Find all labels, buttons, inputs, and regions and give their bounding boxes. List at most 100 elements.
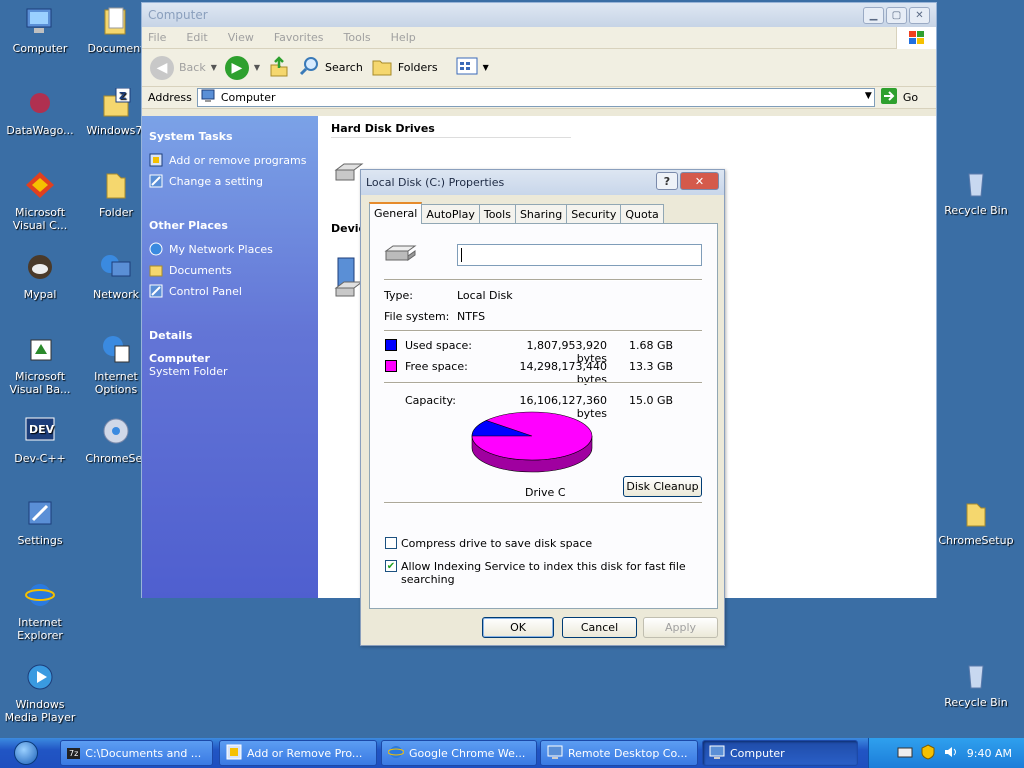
desktop-icon-chromesetup[interactable]: ChromeSetup	[936, 496, 1016, 547]
desktop-icon-visual-basic[interactable]: Microsoft Visual Ba...	[0, 332, 80, 396]
tab-quota[interactable]: Quota	[620, 204, 664, 224]
explorer-toolbar: ◀ Back ▼ ▶ ▼ Search Folders ▼	[142, 49, 936, 87]
explorer-titlebar[interactable]: Computer ▁ ▢ ✕	[142, 3, 936, 27]
compress-label[interactable]: Compress drive to save disk space	[401, 537, 592, 550]
disk-cleanup-button[interactable]: Disk Cleanup	[623, 476, 702, 497]
desktop-icon-computer[interactable]: Computer	[0, 4, 80, 55]
menu-view[interactable]: View	[228, 31, 254, 44]
chevron-down-icon[interactable]: ▼	[211, 63, 217, 72]
cancel-button[interactable]: Cancel	[562, 617, 637, 638]
desktop-icon-devcpp[interactable]: DEV Dev-C++	[0, 414, 80, 465]
desktop-icon-visual-c[interactable]: Microsoft Visual C...	[0, 168, 80, 232]
desktop-icon-internet-explorer[interactable]: Internet Explorer	[0, 578, 80, 642]
disk-usage-pie-chart	[471, 411, 593, 473]
task-add-remove-programs[interactable]: Add or remove programs	[149, 153, 311, 167]
menu-bar: File Edit View Favorites Tools Help	[142, 27, 936, 49]
capacity-gb: 15.0 GB	[629, 394, 674, 407]
chevron-down-icon[interactable]: ▼	[865, 91, 872, 101]
computer-icon	[709, 744, 725, 763]
views-button[interactable]: ▼	[456, 56, 489, 79]
add-remove-icon	[149, 153, 163, 167]
control-panel-icon	[149, 174, 163, 188]
volume-icon[interactable]	[943, 745, 959, 762]
zip-archive-icon: Z	[99, 86, 133, 120]
menu-favorites[interactable]: Favorites	[274, 31, 324, 44]
task-label: Add or remove programs	[169, 153, 307, 167]
taskbar-button-documents[interactable]: 7z C:\Documents and ...	[60, 740, 213, 766]
desktop-icon-recycle-bin[interactable]: Recycle Bin	[936, 166, 1016, 217]
tab-general[interactable]: General	[369, 202, 423, 224]
taskbar-button-chrome[interactable]: Google Chrome We...	[381, 740, 537, 766]
tab-security[interactable]: Security	[566, 204, 622, 224]
forward-button[interactable]: ▶ ▼	[224, 55, 260, 80]
start-button[interactable]	[0, 738, 52, 768]
volume-label-input[interactable]	[457, 244, 702, 266]
search-icon	[298, 55, 320, 80]
clock[interactable]: 9:40 AM	[967, 747, 1012, 760]
menu-help[interactable]: Help	[391, 31, 416, 44]
desktop-icon-mypal[interactable]: Mypal	[0, 250, 80, 301]
indexing-label[interactable]: Allow Indexing Service to index this dis…	[401, 560, 717, 586]
tab-autoplay[interactable]: AutoPlay	[421, 204, 480, 224]
menu-tools[interactable]: Tools	[344, 31, 371, 44]
used-space-color-swatch	[385, 339, 397, 351]
dialog-titlebar[interactable]: Local Disk (C:) Properties ? ✕	[361, 170, 724, 195]
maximize-button[interactable]: ▢	[886, 6, 907, 24]
back-button[interactable]: ◀ Back ▼	[150, 55, 217, 80]
recycle-bin-icon	[959, 658, 993, 692]
minimize-button[interactable]: ▁	[863, 6, 884, 24]
other-places-title[interactable]: Other Places	[149, 219, 311, 232]
folders-button[interactable]: Folders	[371, 55, 438, 80]
desktop-icon-datawago[interactable]: DataWago...	[0, 86, 80, 137]
address-input[interactable]: Computer ▼	[196, 88, 875, 107]
search-button[interactable]: Search	[298, 55, 363, 80]
help-button[interactable]: ?	[656, 172, 678, 190]
compress-checkbox[interactable]	[385, 537, 397, 549]
desktop-icon-media-player[interactable]: Windows Media Player	[0, 660, 80, 724]
type-value: Local Disk	[457, 289, 513, 302]
7zip-icon: 7z	[67, 747, 81, 759]
desktop-icon-label: ChromeSetup	[938, 534, 1014, 547]
taskbar-button-remote-desktop[interactable]: Remote Desktop Co...	[540, 740, 698, 766]
dialog-title: Local Disk (C:) Properties	[366, 176, 505, 189]
desktop-icon-label: Dev-C++	[14, 452, 66, 465]
explorer-title: Computer	[148, 8, 208, 22]
taskbar-button-add-remove[interactable]: Add or Remove Pro...	[219, 740, 377, 766]
folder-documents-icon	[149, 263, 163, 277]
up-folder-button[interactable]	[268, 55, 290, 80]
task-change-setting[interactable]: Change a setting	[149, 174, 311, 188]
up-folder-icon	[268, 55, 290, 80]
mypal-icon	[23, 250, 57, 284]
place-my-network-places[interactable]: My Network Places	[149, 242, 311, 256]
apply-button[interactable]: Apply	[643, 617, 718, 638]
details-title[interactable]: Details	[149, 329, 311, 342]
separator	[384, 330, 702, 332]
dialog-tabs: General AutoPlay Tools Sharing Security …	[369, 202, 664, 224]
type-label: Type:	[384, 289, 413, 302]
chevron-down-icon[interactable]: ▼	[254, 63, 260, 72]
menu-file[interactable]: File	[148, 31, 166, 44]
security-shield-icon[interactable]	[921, 743, 935, 763]
tab-sharing[interactable]: Sharing	[514, 204, 568, 224]
place-control-panel[interactable]: Control Panel	[149, 284, 311, 298]
network-icon	[149, 242, 163, 256]
ok-button[interactable]: OK	[482, 617, 554, 638]
place-documents[interactable]: Documents	[149, 263, 311, 277]
desktop-icon-settings[interactable]: Settings	[0, 496, 80, 547]
keyboard-icon[interactable]	[897, 746, 913, 761]
network-icon	[99, 250, 133, 284]
menu-edit[interactable]: Edit	[186, 31, 207, 44]
back-arrow-icon: ◀	[150, 55, 174, 80]
close-button[interactable]: ✕	[909, 6, 930, 24]
dialog-close-button[interactable]: ✕	[680, 172, 719, 190]
desktop-icon-recycle-bin-2[interactable]: Recycle Bin	[936, 658, 1016, 709]
system-tasks-title[interactable]: System Tasks	[149, 130, 311, 143]
tab-tools[interactable]: Tools	[478, 204, 516, 224]
go-label: Go	[902, 91, 919, 104]
go-button[interactable]: Go	[880, 87, 918, 108]
settings-icon	[23, 496, 57, 530]
taskbar-button-computer[interactable]: Computer	[702, 740, 858, 766]
indexing-checkbox[interactable]: ✔	[385, 560, 397, 572]
address-label: Address	[148, 91, 192, 104]
search-label: Search	[325, 61, 363, 74]
